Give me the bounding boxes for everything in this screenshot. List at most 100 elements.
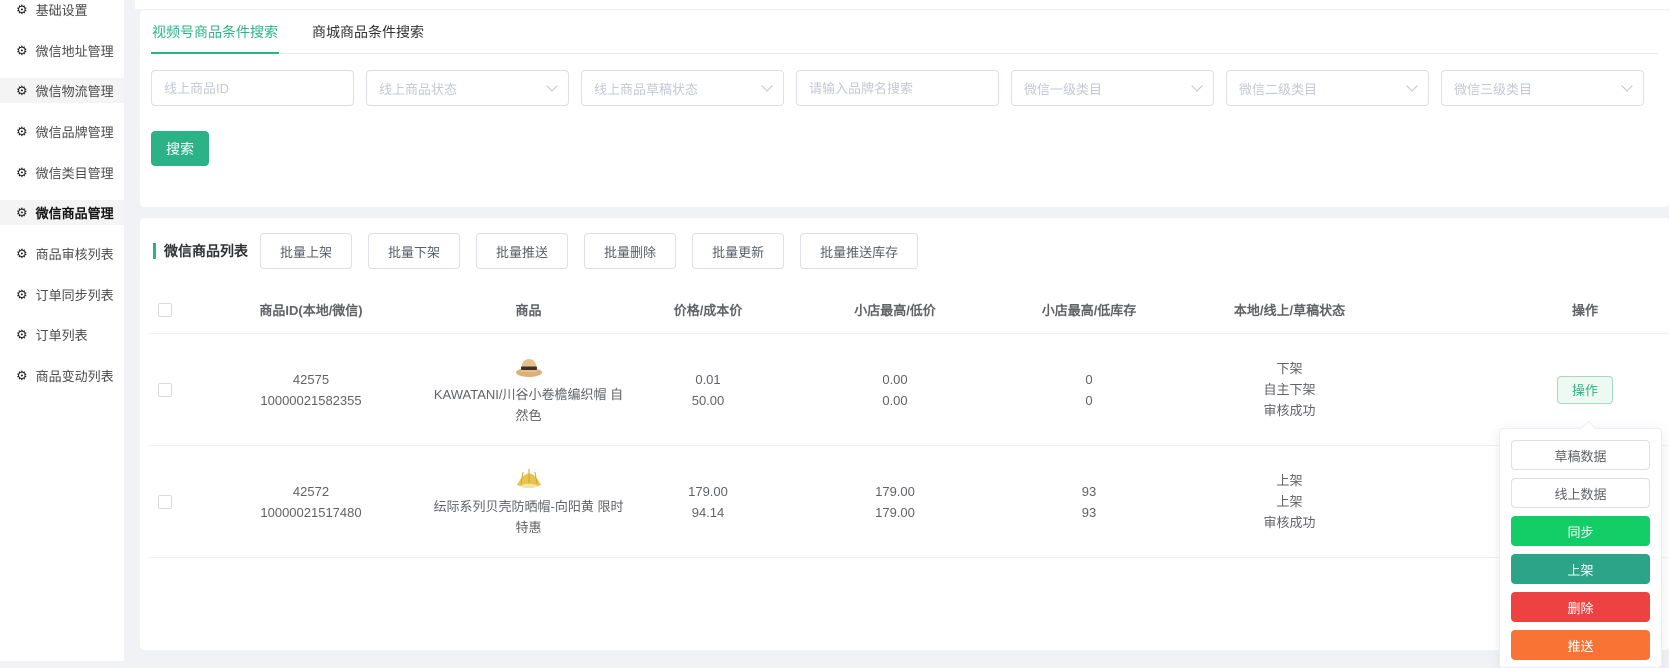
shop-high-price: 0.00 xyxy=(882,371,908,387)
col-header-price-cost: 价格/成本价 xyxy=(673,302,743,318)
sidebar: ⚙ 基础设置 ⚙ 微信地址管理 ⚙ 微信物流管理 ⚙ 微信品牌管理 ⚙ 微信类目… xyxy=(0,0,124,661)
batch-update-button[interactable]: 批量更新 xyxy=(692,233,785,269)
gear-icon: ⚙ xyxy=(16,286,28,302)
select-placeholder: 微信二级类目 xyxy=(1239,81,1318,97)
product-cell: KAWATANI/川谷小卷檐编织帽 自然色 xyxy=(434,353,623,426)
col-header-shop-price: 小店最高/低价 xyxy=(854,302,936,318)
select-all-checkbox[interactable] xyxy=(158,303,172,317)
chevron-down-icon xyxy=(1406,80,1418,92)
filter-row: 线上商品状态 线上商品草稿状态 微信一级类目 微信二级类目 微信三级类目 xyxy=(151,70,1658,106)
list-title: 微信商品列表 xyxy=(164,243,248,259)
wechat-level2-category-select[interactable]: 微信二级类目 xyxy=(1226,70,1429,106)
menu-item-onshelf[interactable]: 上架 xyxy=(1511,554,1650,584)
cost: 94.14 xyxy=(691,504,725,520)
table-row: 42572 10000021517480 纭际系列贝壳防晒帽-向阳黄 限时特惠 … xyxy=(148,446,1669,558)
sidebar-item-wechat-logistics[interactable]: ⚙ 微信物流管理 xyxy=(0,70,124,111)
menu-item-push[interactable]: 推送 xyxy=(1511,630,1650,660)
select-placeholder: 线上商品草稿状态 xyxy=(594,81,699,97)
sidebar-item-basic-settings[interactable]: ⚙ 基础设置 xyxy=(0,0,124,30)
sidebar-item-order-sync-list[interactable]: ⚙ 订单同步列表 xyxy=(0,274,124,315)
sidebar-item-label: 微信物流管理 xyxy=(35,84,114,100)
gear-icon: ⚙ xyxy=(16,368,28,384)
action-dropdown-menu: 草稿数据 线上数据 同步 上架 删除 推送 xyxy=(1499,428,1662,668)
shop-price-cell: 179.00 179.00 xyxy=(799,481,991,523)
status-cell: 下架 自主下架 审核成功 xyxy=(1187,358,1392,421)
sidebar-item-product-audit-list[interactable]: ⚙ 商品审核列表 xyxy=(0,233,124,274)
batch-offshelf-button[interactable]: 批量下架 xyxy=(368,233,461,269)
shop-low-price: 179.00 xyxy=(875,504,915,520)
menu-item-online-data[interactable]: 线上数据 xyxy=(1511,478,1650,508)
search-tabs: 视频号商品条件搜索 商城商品条件搜索 xyxy=(151,10,1658,54)
shop-price-cell: 0.00 0.00 xyxy=(799,369,991,411)
list-header: 微信商品列表 批量上架 批量下架 批量推送 批量删除 批量更新 批量推送库存 xyxy=(148,218,1669,269)
wechat-level1-category-select[interactable]: 微信一级类目 xyxy=(1011,70,1214,106)
product-id-cell: 42575 10000021582355 xyxy=(182,369,440,411)
search-button[interactable]: 搜索 xyxy=(151,131,209,166)
chevron-down-icon xyxy=(1621,80,1633,92)
sidebar-item-wechat-address[interactable]: ⚙ 微信地址管理 xyxy=(0,30,124,71)
batch-delete-button[interactable]: 批量删除 xyxy=(584,233,677,269)
online-product-status-select[interactable]: 线上商品状态 xyxy=(366,70,569,106)
col-header-status: 本地/线上/草稿状态 xyxy=(1233,302,1346,318)
gear-icon: ⚙ xyxy=(16,1,28,17)
status-online: 上架 xyxy=(1276,494,1303,509)
wechat-level3-category-select[interactable]: 微信三级类目 xyxy=(1441,70,1644,106)
select-placeholder: 微信三级类目 xyxy=(1454,81,1533,97)
gear-icon: ⚙ xyxy=(16,164,28,180)
tab-mall-product-search[interactable]: 商城商品条件搜索 xyxy=(311,10,425,53)
online-product-id-input[interactable] xyxy=(151,70,354,106)
brand-name-search-input[interactable] xyxy=(796,70,999,106)
menu-item-draft-data[interactable]: 草稿数据 xyxy=(1511,440,1650,470)
status-draft: 审核成功 xyxy=(1263,515,1316,530)
search-card: 视频号商品条件搜索 商城商品条件搜索 线上商品状态 线上商品草稿状态 微信一级类… xyxy=(140,10,1669,207)
sidebar-item-label: 微信品牌管理 xyxy=(35,124,114,140)
sidebar-item-wechat-product[interactable]: ⚙ 微信商品管理 xyxy=(0,192,124,233)
online-product-draft-status-select[interactable]: 线上商品草稿状态 xyxy=(581,70,784,106)
shop-high-stock: 0 xyxy=(1085,371,1093,387)
batch-push-stock-button[interactable]: 批量推送库存 xyxy=(800,233,919,269)
price: 0.01 xyxy=(695,371,721,387)
gear-icon: ⚙ xyxy=(16,123,28,139)
gear-icon: ⚙ xyxy=(16,83,28,99)
sidebar-item-wechat-category[interactable]: ⚙ 微信类目管理 xyxy=(0,152,124,193)
status-draft: 审核成功 xyxy=(1263,403,1316,418)
local-id: 42575 xyxy=(292,371,330,387)
chevron-down-icon xyxy=(546,80,558,92)
product-id-cell: 42572 10000021517480 xyxy=(182,481,440,523)
shell-hat-product-image xyxy=(514,465,544,491)
status-local: 下架 xyxy=(1276,361,1303,376)
col-header-product-id: 商品ID(本地/微信) xyxy=(259,302,363,318)
status-online: 自主下架 xyxy=(1263,382,1316,397)
shop-low-stock: 93 xyxy=(1081,504,1097,520)
sidebar-item-label: 订单同步列表 xyxy=(35,287,114,303)
gear-icon: ⚙ xyxy=(16,42,28,58)
row-checkbox[interactable] xyxy=(158,382,172,397)
col-header-product: 商品 xyxy=(515,302,542,318)
sidebar-item-label: 微信类目管理 xyxy=(35,165,114,181)
row-action-button[interactable]: 操作 xyxy=(1556,375,1613,404)
sidebar-item-wechat-brand[interactable]: ⚙ 微信品牌管理 xyxy=(0,111,124,152)
sidebar-item-label: 商品审核列表 xyxy=(35,246,114,262)
cost: 50.00 xyxy=(691,392,725,408)
col-header-action: 操作 xyxy=(1571,302,1598,318)
menu-item-delete[interactable]: 删除 xyxy=(1511,592,1650,622)
batch-push-button[interactable]: 批量推送 xyxy=(476,233,569,269)
shop-low-price: 0.00 xyxy=(882,392,908,408)
shop-stock-cell: 93 93 xyxy=(991,481,1187,523)
tab-video-channel-product-search[interactable]: 视频号商品条件搜索 xyxy=(151,10,279,54)
batch-onshelf-button[interactable]: 批量上架 xyxy=(260,233,353,269)
local-id: 42572 xyxy=(292,483,330,499)
batch-buttons: 批量上架 批量下架 批量推送 批量删除 批量更新 批量推送库存 xyxy=(260,233,919,269)
chevron-down-icon xyxy=(761,80,773,92)
menu-item-sync[interactable]: 同步 xyxy=(1511,516,1650,546)
sidebar-item-label: 商品变动列表 xyxy=(35,369,114,385)
sidebar-item-product-change-list[interactable]: ⚙ 商品变动列表 xyxy=(0,355,124,396)
shop-high-stock: 93 xyxy=(1081,483,1097,499)
status-cell: 上架 上架 审核成功 xyxy=(1187,470,1392,533)
status-local: 上架 xyxy=(1276,473,1303,488)
sidebar-item-order-list[interactable]: ⚙ 订单列表 xyxy=(0,315,124,356)
gear-icon: ⚙ xyxy=(16,245,28,261)
price-cost-cell: 0.01 50.00 xyxy=(617,369,799,411)
row-checkbox[interactable] xyxy=(158,494,172,509)
sidebar-item-label: 微信地址管理 xyxy=(35,43,114,59)
